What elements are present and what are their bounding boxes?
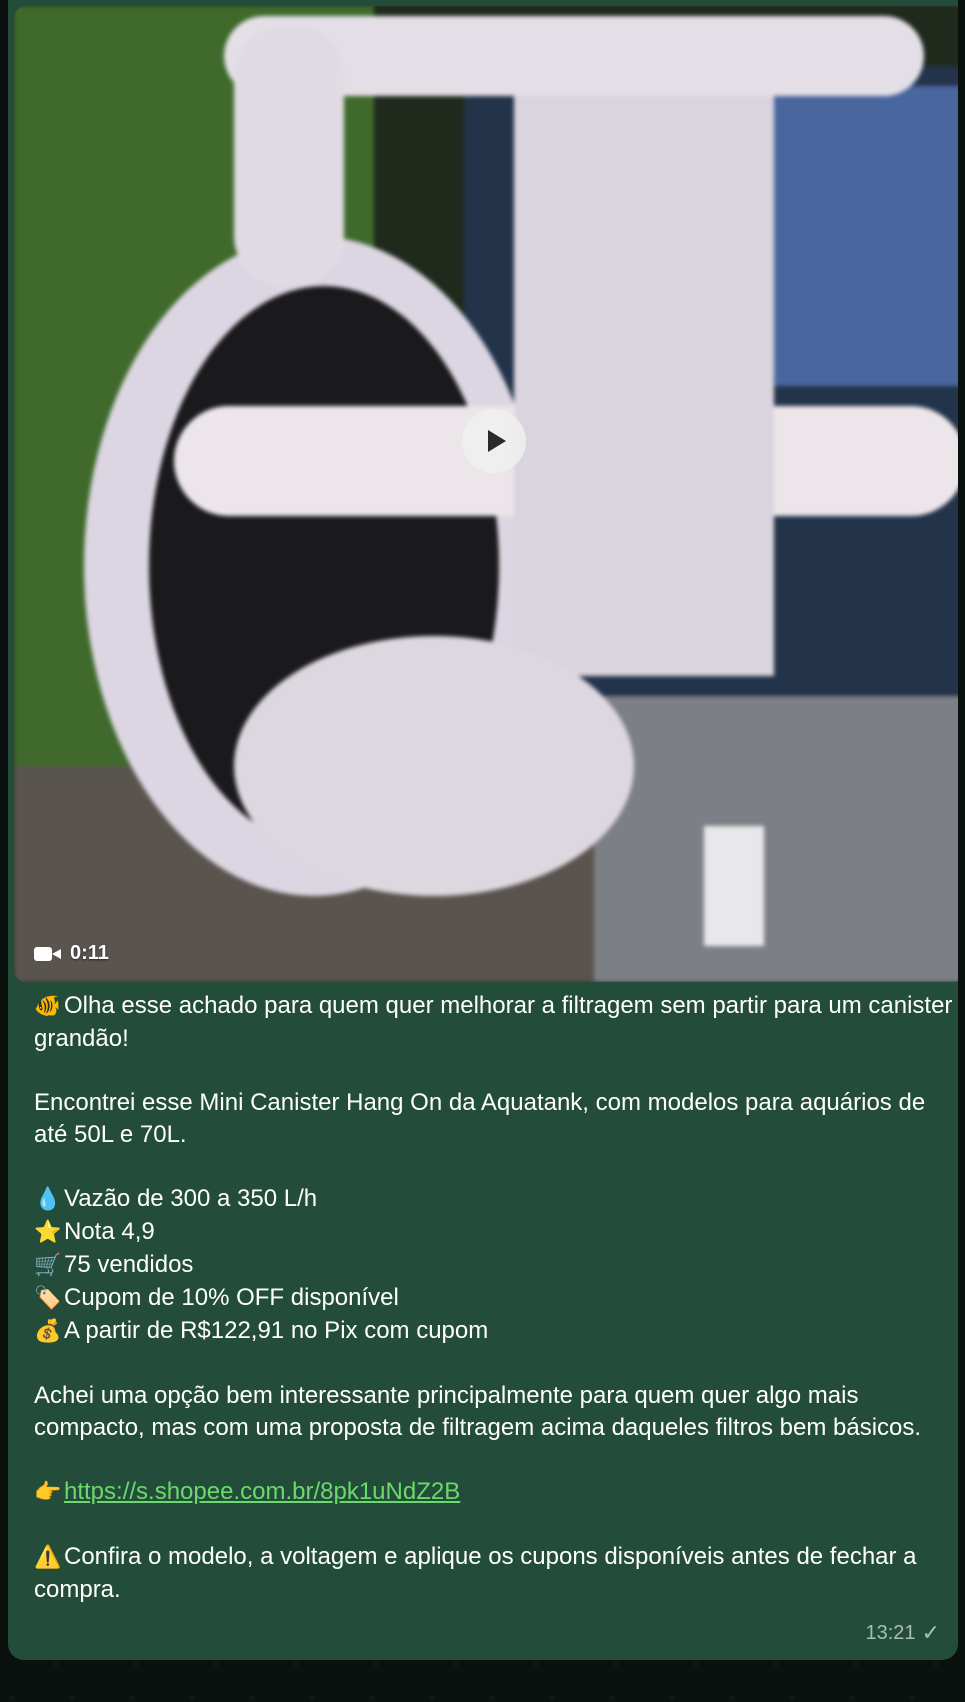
feature-text: 75 vendidos [64, 1251, 194, 1278]
tag-icon: 🏷️ [34, 1286, 62, 1311]
droplet-icon: 💧 [34, 1187, 62, 1212]
message-bubble[interactable]: 0:11 🐠 Olha esse achado para quem quer me… [8, 0, 958, 1660]
feature-line: 💰 A partir de R$122,91 no Pix com cupom [34, 1315, 954, 1348]
feature-line: 🏷️ Cupom de 10% OFF disponível [34, 1282, 954, 1315]
feature-text: A partir de R$122,91 no Pix com cupom [64, 1317, 489, 1344]
video-frame-image [14, 6, 958, 982]
pointing-hand-icon: 👉 [34, 1480, 62, 1505]
caption-warning: ⚠️ Confira o modelo, a voltagem e aplique… [34, 1541, 954, 1606]
check-icon: ✓ [921, 1620, 940, 1645]
warning-icon: ⚠️ [34, 1545, 62, 1570]
cart-icon: 🛒 [34, 1253, 62, 1278]
feature-text: Nota 4,9 [64, 1218, 155, 1245]
caption-found: Encontrei esse Mini Canister Hang On da … [34, 1089, 926, 1148]
money-bag-icon: 💰 [34, 1319, 62, 1344]
message-meta: 13:21 ✓ [866, 1620, 941, 1646]
video-duration: 0:11 [34, 942, 109, 965]
video-camera-icon [34, 945, 62, 963]
duration-label: 0:11 [70, 942, 109, 964]
feature-line: 💧 Vazão de 300 a 350 L/h [34, 1183, 954, 1216]
caption-opinion: Achei uma opção bem interessante princip… [34, 1382, 922, 1441]
fish-icon: 🐠 [34, 994, 62, 1019]
feature-line: 🛒 75 vendidos [34, 1249, 954, 1282]
play-button[interactable] [462, 409, 526, 473]
intro-text: Olha esse achado para quem quer melhorar… [34, 992, 953, 1052]
message-time: 13:21 [865, 1621, 916, 1644]
play-icon [487, 430, 506, 452]
warning-text: Confira o modelo, a voltagem e aplique o… [34, 1543, 917, 1603]
caption-link-line: 👉 https://s.shopee.com.br/8pk1uNdZ2B [34, 1476, 954, 1509]
feature-text: Cupom de 10% OFF disponível [64, 1284, 399, 1311]
feature-text: Vazão de 300 a 350 L/h [64, 1185, 318, 1212]
product-link[interactable]: https://s.shopee.com.br/8pk1uNdZ2B [64, 1478, 460, 1505]
caption-intro: 🐠 Olha esse achado para quem quer melhora… [34, 990, 954, 1055]
feature-line: ⭐ Nota 4,9 [34, 1216, 954, 1249]
message-caption: 🐠 Olha esse achado para quem quer melhora… [34, 990, 954, 1606]
video-thumbnail[interactable]: 0:11 [14, 6, 958, 982]
star-icon: ⭐ [34, 1220, 62, 1245]
